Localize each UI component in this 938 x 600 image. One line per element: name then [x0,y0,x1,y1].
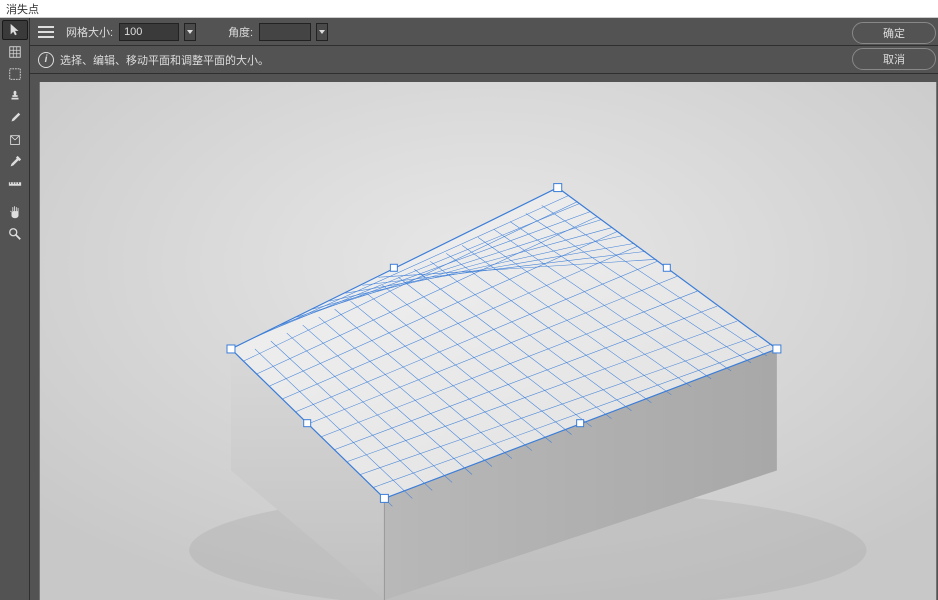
window-title: 消失点 [6,1,39,17]
ruler-icon [8,177,22,191]
eyedropper-tool[interactable] [2,152,28,172]
marquee-icon [8,67,22,81]
grid-size-input[interactable] [119,23,179,41]
hand-icon [8,205,22,219]
options-bar: 网格大小: 角度: [30,18,938,46]
edit-plane-tool[interactable] [2,20,28,40]
arrow-icon [8,23,22,37]
ok-button[interactable]: 确定 [852,22,936,44]
grid-size-dropdown[interactable] [184,23,196,41]
grid-icon [8,45,22,59]
eyedropper-icon [8,155,22,169]
measure-tool[interactable] [2,174,28,194]
transform-tool[interactable] [2,130,28,150]
stamp-icon [8,89,22,103]
grid-size-label: 网格大小: [66,24,113,40]
menu-icon[interactable] [38,26,54,38]
stamp-tool[interactable] [2,86,28,106]
zoom-tool[interactable] [2,224,28,244]
info-text: 选择、编辑、移动平面和调整平面的大小。 [60,52,269,68]
chevron-down-icon [318,28,326,36]
transform-icon [8,133,22,147]
zoom-icon [8,227,22,241]
angle-label: 角度: [228,24,253,40]
canvas-area [30,74,938,600]
angle-input[interactable] [259,23,311,41]
tool-sidebar [0,18,30,600]
chevron-down-icon [186,28,194,36]
info-bar: i 选择、编辑、移动平面和调整平面的大小。 [30,46,938,74]
canvas-content[interactable] [38,82,938,600]
cancel-button[interactable]: 取消 [852,48,936,70]
perspective-canvas [38,82,938,600]
angle-dropdown[interactable] [316,23,328,41]
hand-tool[interactable] [2,202,28,222]
info-icon: i [38,52,54,68]
create-plane-tool[interactable] [2,42,28,62]
brush-icon [8,111,22,125]
brush-tool[interactable] [2,108,28,128]
marquee-tool[interactable] [2,64,28,84]
